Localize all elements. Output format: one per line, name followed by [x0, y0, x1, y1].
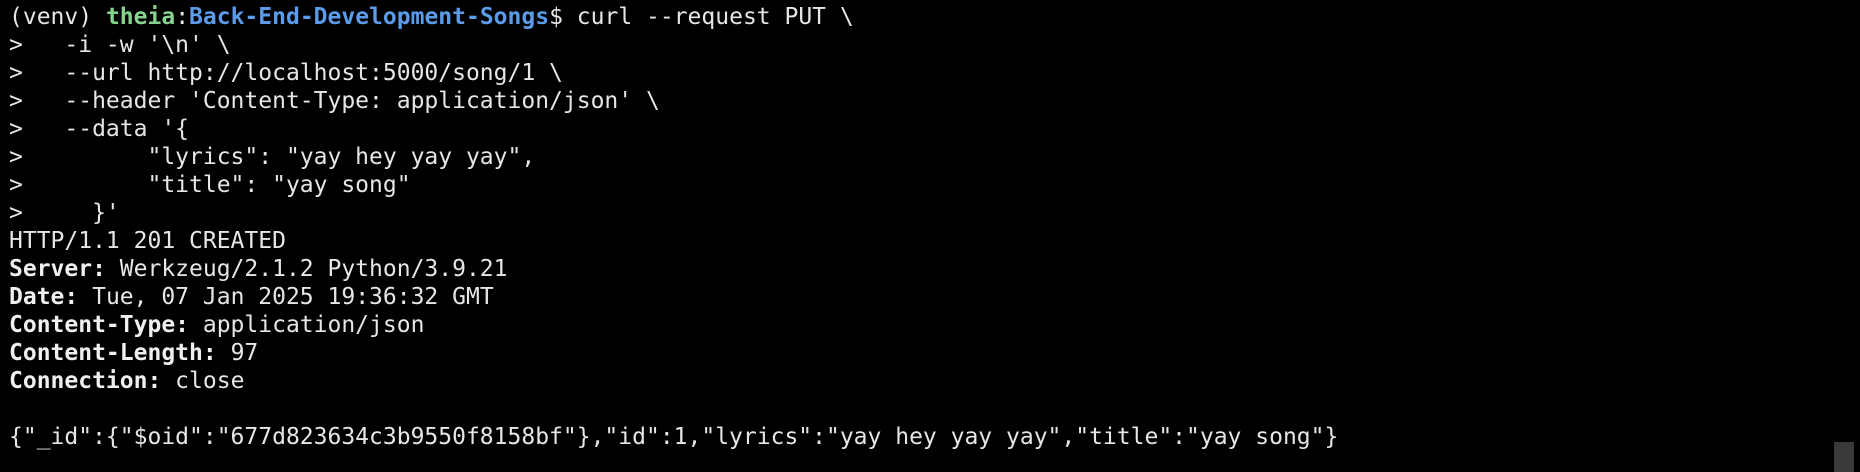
scrollbar-thumb[interactable] — [1834, 442, 1854, 472]
response-header: Date: Tue, 07 Jan 2025 19:36:32 GMT — [9, 283, 1860, 311]
prompt-separator: : — [175, 4, 190, 30]
continuation-line: > "lyrics": "yay hey yay yay", — [9, 144, 536, 170]
continuation-line: > --header 'Content-Type: application/js… — [9, 88, 660, 114]
header-name: Connection: — [9, 368, 162, 394]
continuation-line: > "title": "yay song" — [9, 172, 411, 198]
venv-indicator: (venv) — [9, 4, 106, 30]
command-text: curl --request PUT \ — [576, 4, 854, 30]
response-body: {"_id":{"$oid":"677d823634c3b9550f8158bf… — [9, 424, 1339, 450]
response-header: Content-Type: application/json — [9, 311, 1860, 339]
header-value: Werkzeug/2.1.2 Python/3.9.21 — [105, 256, 508, 282]
continuation-line: > -i -w '\n' \ — [9, 32, 231, 58]
header-name: Content-Type: — [9, 312, 190, 338]
header-name: Content-Length: — [9, 340, 217, 366]
header-value: application/json — [189, 312, 425, 338]
header-name: Server: — [9, 256, 106, 282]
header-value: close — [161, 368, 245, 394]
terminal-window[interactable]: (venv) theia:Back-End-Development-Songs$… — [0, 0, 1860, 472]
header-value: 97 — [216, 340, 259, 366]
prompt-user: theia — [105, 4, 176, 30]
prompt-path: Back-End-Development-Songs — [189, 4, 550, 30]
scrollbar[interactable] — [1825, 0, 1860, 472]
continuation-line: > --data '{ — [9, 116, 190, 142]
response-header: Server: Werkzeug/2.1.2 Python/3.9.21 — [9, 255, 1860, 283]
response-header: Connection: close — [9, 367, 1860, 395]
command-prompt-line: (venv) theia:Back-End-Development-Songs$… — [9, 3, 1860, 31]
header-name: Date: — [9, 284, 79, 310]
continuation-line: > }' — [9, 200, 120, 226]
header-value: Tue, 07 Jan 2025 19:36:32 GMT — [78, 284, 494, 310]
response-header: Content-Length: 97 — [9, 339, 1860, 367]
prompt-symbol: $ — [549, 4, 577, 30]
http-status-line: HTTP/1.1 201 CREATED — [9, 228, 286, 254]
continuation-line: > --url http://localhost:5000/song/1 \ — [9, 60, 563, 86]
